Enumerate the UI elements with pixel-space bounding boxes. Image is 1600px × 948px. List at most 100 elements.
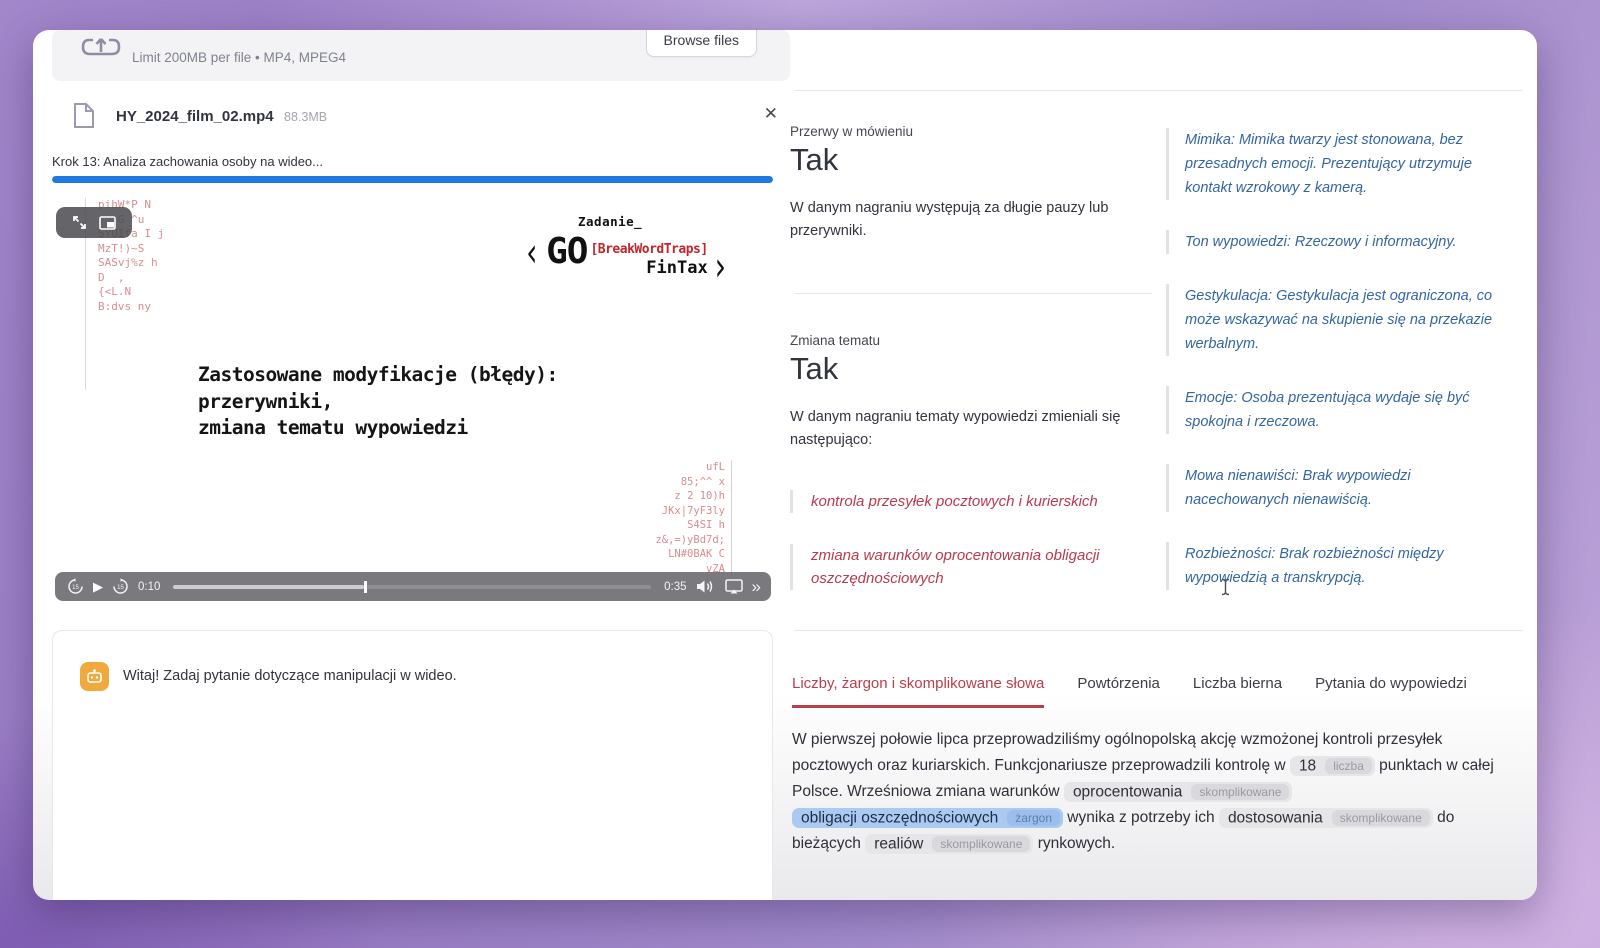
uploaded-file-row: HY_2024_film_02.mp4 88.3MB ✕ bbox=[52, 100, 790, 134]
logo-right-angle: › bbox=[711, 247, 728, 287]
caption-line: przerywniki, bbox=[198, 389, 558, 416]
file-size: 88.3MB bbox=[284, 110, 327, 124]
highlight-word: obligacji oszczędnościowych bbox=[801, 809, 998, 826]
tab-3[interactable]: Liczba bierna bbox=[1193, 675, 1282, 708]
cast-icon[interactable] bbox=[725, 579, 743, 594]
glitch-line: S4SI h bbox=[610, 518, 725, 533]
progress-bar bbox=[52, 176, 773, 183]
glitch-line: MzT!)~S bbox=[98, 242, 164, 257]
caption-line: Zastosowane modyfikacje (błędy): bbox=[198, 362, 558, 389]
logo-fintax-text: FinTax bbox=[646, 258, 707, 278]
upload-cloud-icon bbox=[80, 36, 122, 62]
highlight-tag: żargon bbox=[1007, 810, 1060, 826]
highlight-tag: skomplikowane bbox=[1332, 810, 1430, 826]
fullscreen-icon[interactable] bbox=[72, 215, 87, 230]
seek-playhead[interactable] bbox=[364, 581, 367, 593]
svg-text:15: 15 bbox=[72, 585, 79, 591]
behavior-note: Ton wypowiedzi: Rzeczowy i informacyjny. bbox=[1166, 230, 1516, 254]
highlight-word: oprocentowania bbox=[1073, 783, 1182, 800]
highlight-tag: skomplikowane bbox=[1191, 784, 1289, 800]
logo-left-angle: ‹ bbox=[524, 233, 541, 273]
glitch-line: ufL bbox=[610, 460, 725, 475]
tab-2[interactable]: Powtórzenia bbox=[1077, 675, 1160, 708]
highlight-tag: skomplikowane bbox=[932, 836, 1030, 852]
logo-breakwordtraps-text: [BreakWordTraps] bbox=[590, 242, 707, 257]
glitch-line: D , bbox=[98, 271, 164, 286]
glitch-line: LN#0BAK C bbox=[610, 547, 725, 562]
assistant-robot-avatar bbox=[80, 662, 109, 691]
behavior-note: Rozbieżności: Brak rozbieżności między w… bbox=[1166, 542, 1516, 590]
glitch-line: {<L.N bbox=[98, 285, 164, 300]
highlight-word: dostosowania bbox=[1228, 809, 1323, 826]
metric-description: W danym nagraniu tematy wypowiedzi zmien… bbox=[790, 406, 1160, 452]
replay-15-button[interactable]: 15 bbox=[67, 578, 84, 595]
current-time: 0:10 bbox=[138, 581, 160, 593]
duration-time: 0:35 bbox=[664, 581, 686, 593]
glitch-line: JKx|7yF3ly bbox=[610, 504, 725, 519]
video-caption-text: Zastosowane modyfikacje (błędy):przerywn… bbox=[198, 362, 558, 442]
logo-go-text: GO bbox=[546, 233, 587, 271]
more-controls-icon[interactable]: » bbox=[752, 578, 759, 595]
file-name: HY_2024_film_02.mp4 bbox=[116, 108, 274, 125]
file-document-icon bbox=[73, 102, 95, 129]
logo-zadanie-text: Zadanie_ bbox=[578, 214, 760, 229]
highlight-pill: 18 liczba bbox=[1290, 756, 1375, 776]
behavior-note: Emocje: Osoba prezentująca wydaje się by… bbox=[1166, 386, 1516, 434]
behavior-notes-column: Mimika: Mimika twarzy jest stonowana, be… bbox=[1166, 128, 1522, 620]
highlight-pill: realiów skomplikowane bbox=[865, 834, 1033, 854]
assistant-welcome-message: Witaj! Zadaj pytanie dotyczące manipulac… bbox=[123, 668, 457, 684]
browse-files-button[interactable]: Browse files bbox=[646, 30, 757, 57]
highlight-pill: dostosowania skomplikowane bbox=[1219, 808, 1433, 828]
transcript-text: W pierwszej połowie lipca przeprowadzili… bbox=[792, 727, 1520, 857]
metric-value: Tak bbox=[790, 351, 1165, 387]
progress-step-label: Krok 13: Analiza zachowania osoby na wid… bbox=[52, 154, 323, 169]
behavior-note: Mowa nienawiści: Brak wypowiedzi nacecho… bbox=[1166, 464, 1516, 512]
highlight-word: 18 bbox=[1299, 757, 1316, 774]
metric-label: Przerwy w mówieniu bbox=[790, 124, 1165, 139]
video-overlay-controls bbox=[56, 207, 132, 238]
divider bbox=[795, 90, 1522, 91]
video-glitch-text-right: ufL85;^^ xz 2 10)hJKx|7yF3lyS4SI hz&,=)y… bbox=[610, 460, 732, 576]
app-window: Limit 200MB per file • MP4, MPEG4 Browse… bbox=[33, 30, 1537, 900]
glitch-line: z&,=)yBd7d; bbox=[610, 533, 725, 548]
topic-quote: kontrola przesyłek pocztowych i kuriersk… bbox=[790, 490, 1100, 513]
analysis-tabs: Liczby, żargon i skomplikowane słowa Powt… bbox=[792, 675, 1467, 708]
glitch-line: 85;^^ x bbox=[610, 475, 725, 490]
highlight-tag: liczba bbox=[1325, 758, 1372, 774]
tab-1[interactable]: Liczby, żargon i skomplikowane słowa bbox=[792, 675, 1044, 708]
divider bbox=[795, 630, 1522, 631]
analysis-pane: Przerwy w mówieniu Tak W danym nagraniu … bbox=[788, 30, 1523, 900]
video-player[interactable]: pihW*P N G ^uSYUIfa I jMzT!)~SSASvj%z hD… bbox=[52, 194, 792, 612]
caption-line: zmiana tematu wypowiedzi bbox=[198, 415, 558, 442]
divider bbox=[795, 293, 1152, 294]
remove-file-icon[interactable]: ✕ bbox=[764, 105, 778, 122]
metric-pauses: Przerwy w mówieniu Tak W danym nagraniu … bbox=[790, 124, 1165, 243]
highlight-pill: oprocentowania skomplikowane bbox=[1064, 782, 1293, 802]
highlight-pill: obligacji oszczędnościowych żargon bbox=[792, 808, 1063, 828]
glitch-line: z 2 10)h bbox=[610, 489, 725, 504]
volume-icon[interactable] bbox=[696, 579, 716, 594]
tab-4[interactable]: Pytania do wypowiedzi bbox=[1315, 675, 1467, 708]
behavior-note: Mimika: Mimika twarzy jest stonowana, be… bbox=[1166, 128, 1516, 200]
breakwordtraps-logo: Zadanie_ ‹ GO [BreakWordTraps] FinTax › bbox=[520, 214, 760, 287]
topic-quote: zmiana warunków oprocentowania obligacji… bbox=[790, 544, 1100, 590]
upload-limit-text: Limit 200MB per file • MP4, MPEG4 bbox=[132, 50, 346, 65]
forward-15-button[interactable]: 15 bbox=[112, 578, 129, 595]
metric-value: Tak bbox=[790, 142, 1165, 178]
play-button[interactable]: ▶ bbox=[93, 580, 103, 593]
metric-description: W danym nagraniu występują za długie pau… bbox=[790, 197, 1120, 243]
picture-in-picture-icon[interactable] bbox=[99, 216, 116, 230]
behavior-note: Gestykulacja: Gestykulacja jest ogranicz… bbox=[1166, 284, 1516, 356]
glitch-line: B:dvs ny bbox=[98, 300, 164, 315]
svg-text:15: 15 bbox=[117, 585, 124, 591]
progress-bar-fill bbox=[52, 176, 773, 183]
metric-label: Zmiana tematu bbox=[790, 333, 1165, 348]
glitch-line: SASvj%z h bbox=[98, 256, 164, 271]
mouse-text-cursor bbox=[1220, 578, 1231, 596]
video-controls-bar: 15 ▶ 15 0:10 0:35 bbox=[55, 572, 771, 601]
seek-bar[interactable] bbox=[173, 585, 651, 589]
highlight-word: realiów bbox=[874, 835, 923, 852]
chat-panel: Witaj! Zadaj pytanie dotyczące manipulac… bbox=[52, 630, 773, 900]
metric-topic-change: Zmiana tematu Tak W danym nagraniu temat… bbox=[790, 333, 1165, 621]
file-uploader-dropzone[interactable]: Limit 200MB per file • MP4, MPEG4 Browse… bbox=[52, 30, 790, 81]
